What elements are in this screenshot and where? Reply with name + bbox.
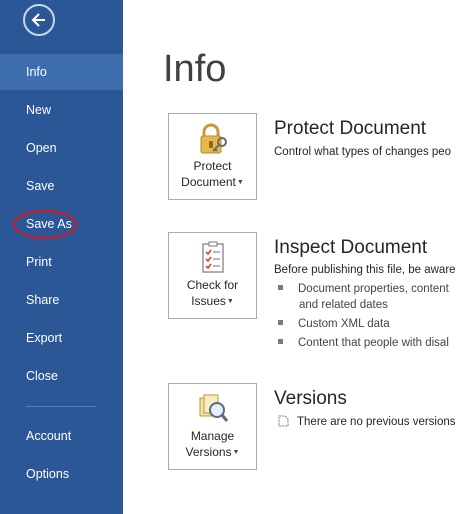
manage-button-line1: Manage (190, 429, 235, 443)
versions-description-row: There are no previous versions (278, 415, 456, 428)
sidebar-item-account[interactable]: Account (0, 418, 123, 454)
versions-description: There are no previous versions (297, 416, 456, 428)
protect-document-button[interactable]: Protect Document▼ (168, 113, 257, 200)
page-title: Info (163, 48, 227, 90)
lock-key-icon (169, 122, 256, 156)
arrow-left-icon (31, 13, 45, 27)
sidebar-item-open[interactable]: Open (0, 130, 123, 166)
sidebar-item-options[interactable]: Options (0, 456, 123, 492)
protect-button-line1: Protect (193, 159, 232, 173)
sidebar-item-new[interactable]: New (0, 92, 123, 128)
bullet-icon (278, 285, 283, 290)
sidebar-item-close[interactable]: Close (0, 358, 123, 394)
magnifier-documents-icon (169, 392, 256, 426)
protect-document-heading: Protect Document (274, 118, 427, 139)
dropdown-caret-icon: ▼ (226, 298, 234, 305)
protect-button-line2: Document (181, 175, 236, 189)
bullet-icon (278, 339, 283, 344)
list-item-text: Document properties, content (298, 283, 449, 295)
protect-document-description: Control what types of changes peo (274, 146, 452, 158)
sidebar-item-save[interactable]: Save (0, 168, 123, 204)
sidebar-divider (26, 406, 96, 407)
list-item-text: Content that people with disal (298, 337, 449, 349)
inspect-document-description: Before publishing this file, be aware (274, 264, 456, 276)
dropdown-caret-icon: ▼ (236, 179, 244, 186)
list-item: Custom XML data (278, 318, 390, 330)
list-item: Document properties, content (278, 283, 449, 295)
list-item-continued: and related dates (299, 299, 388, 311)
backstage-sidebar: Info New Open Save Save As Print Share E… (0, 0, 123, 514)
bullet-icon (278, 320, 283, 325)
manage-versions-button[interactable]: Manage Versions▼ (168, 383, 257, 470)
dropdown-caret-icon: ▼ (232, 449, 240, 456)
sidebar-item-share[interactable]: Share (0, 282, 123, 318)
back-button[interactable] (23, 4, 55, 36)
list-item: Content that people with disal (278, 337, 449, 349)
document-icon (278, 415, 289, 427)
manage-button-line2: Versions (185, 445, 232, 459)
sidebar-item-print[interactable]: Print (0, 244, 123, 280)
check-button-line2: Issues (191, 294, 226, 308)
sidebar-item-info[interactable]: Info (0, 54, 123, 90)
check-for-issues-button[interactable]: Check for Issues▼ (168, 232, 257, 319)
sidebar-item-export[interactable]: Export (0, 320, 123, 356)
checklist-icon (169, 241, 256, 275)
list-item-text: Custom XML data (298, 318, 390, 330)
inspect-document-heading: Inspect Document (274, 237, 428, 258)
sidebar-item-save-as[interactable]: Save As (0, 206, 123, 242)
versions-heading: Versions (274, 388, 347, 409)
check-button-line1: Check for (186, 278, 239, 292)
